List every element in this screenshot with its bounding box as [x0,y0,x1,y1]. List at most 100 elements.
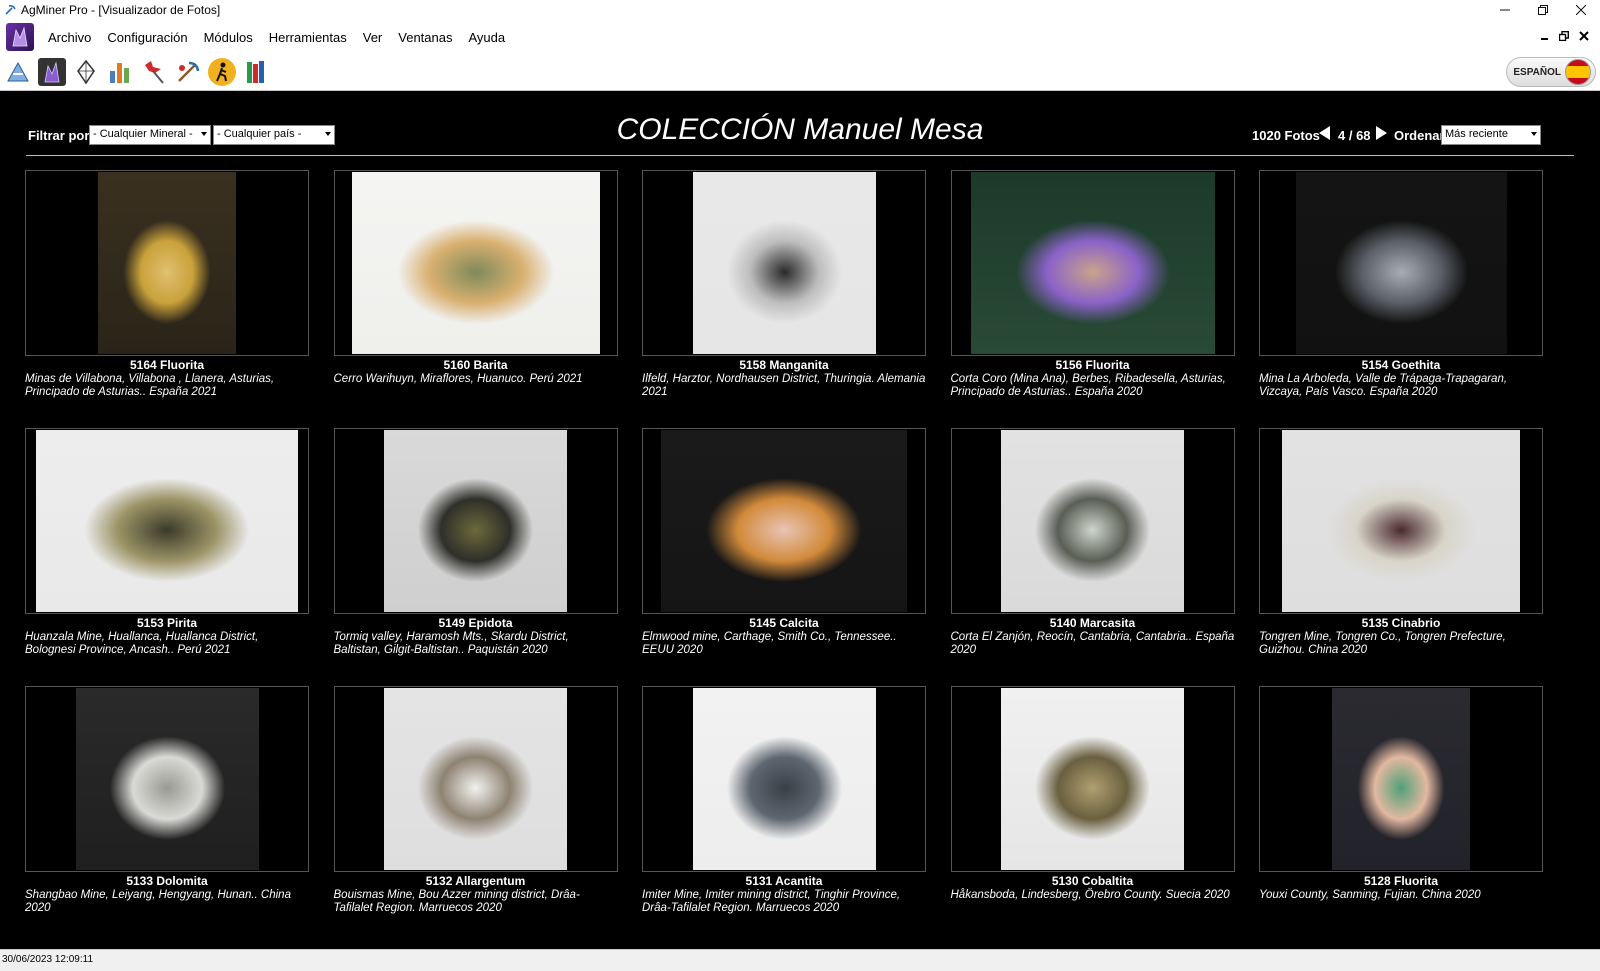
specimen-title: 5132 Allargentum [425,874,526,888]
mineral-photo[interactable] [384,688,567,870]
photo-card[interactable]: 5130 Cobaltita Håkansboda, Lindesberg, Ör… [950,686,1235,936]
specimen-title: 5128 Fluorita [1363,874,1439,888]
specimen-locality: Minas de Villabona, Villabona , Llanera,… [25,373,275,398]
photo-card[interactable]: 5158 Manganita Ilfeld, Harztor, Nordhause… [642,170,926,420]
books-icon[interactable] [242,58,270,86]
photo-frame[interactable] [25,686,309,872]
specimen-title: 5135 Cinabrio [1361,616,1441,630]
menu-configuracion[interactable]: Configuración [99,30,195,45]
menu-ayuda[interactable]: Ayuda [460,30,513,45]
close-button[interactable] [1562,0,1600,20]
mineral-photo[interactable] [98,172,236,354]
photo-card[interactable]: 5164 Fluorita Minas de Villabona, Villabo… [25,170,309,420]
photo-card[interactable]: 5160 Barita Cerro Warihuyn, Miraflores, H… [333,170,618,420]
photo-frame[interactable] [950,170,1235,356]
photo-frame[interactable] [333,686,618,872]
specimen-title: 5160 Barita [443,358,508,372]
mineral-photo[interactable] [1295,172,1507,354]
menu-modulos[interactable]: Módulos [196,30,261,45]
hiker-icon[interactable] [208,58,236,86]
restore-icon [1538,5,1548,15]
app-window: AgMiner Pro - [Visualizador de Fotos] Ar… [0,0,1600,971]
photo-card[interactable]: 5133 Dolomita Shangbao Mine, Leiyang, Hen… [25,686,309,936]
photo-frame[interactable] [950,686,1235,872]
mdi-restore-button[interactable] [1554,30,1574,44]
photo-frame[interactable] [642,686,926,872]
app-pickaxe-icon [4,4,16,16]
photo-card[interactable]: 5131 Acantita Imiter Mine, Imiter mining … [642,686,926,936]
photo-frame[interactable] [1259,686,1543,872]
mineral-photo[interactable] [970,172,1215,354]
mineral-photo[interactable] [692,688,876,870]
photo-card[interactable]: 5145 Calcita Elmwood mine, Carthage, Smit… [642,428,926,678]
mineral-filter-value: - Cualquier Mineral - [93,128,193,140]
photo-card[interactable]: 5140 Marcasita Corta El Zanjón, Reocín, C… [950,428,1235,678]
menu-herramientas[interactable]: Herramientas [261,30,355,45]
app-logo-icon[interactable] [6,23,34,51]
photo-card[interactable]: 5132 Allargentum Bouismas Mine, Bou Azzer… [333,686,618,936]
mineral-photo[interactable] [692,172,876,354]
photo-frame[interactable] [333,170,618,356]
bar-chart-icon[interactable] [106,58,134,86]
photo-frame[interactable] [642,170,926,356]
mdi-minimize-button[interactable] [1534,30,1554,44]
specimen-title: 5131 Acantita [745,874,823,888]
mineral-photo[interactable] [1282,430,1520,612]
specimen-locality: Tongren Mine, Tongren Co., Tongren Prefe… [1259,631,1506,656]
mineral-filter-select[interactable]: - Cualquier Mineral - [89,125,211,145]
mineral-photo[interactable] [384,430,567,612]
mineral-photo[interactable] [1001,688,1184,870]
photo-frame[interactable] [25,428,309,614]
mineral-photo[interactable] [1332,688,1470,870]
photo-frame[interactable] [1259,170,1543,356]
mineral-photo[interactable] [36,430,298,612]
restore-button[interactable] [1524,0,1562,20]
photo-frame[interactable] [642,428,926,614]
specimen-title: 5130 Cobaltita [1051,874,1134,888]
specimen-title: 5158 Manganita [739,358,829,372]
page-indicator: 4 / 68 [1338,128,1371,143]
specimen-title: 5133 Dolomita [126,874,208,888]
photo-card[interactable]: 5156 Fluorita Corta Coro (Mina Ana), Berb… [950,170,1235,420]
menu-ventanas[interactable]: Ventanas [390,30,460,45]
chevron-down-icon [325,132,331,136]
photo-card[interactable]: 5128 Fluorita Youxi County, Sanming, Fuji… [1259,686,1543,936]
photo-frame[interactable] [25,170,309,356]
photo-frame[interactable] [333,428,618,614]
mineral-photo[interactable] [351,172,600,354]
specimen-locality: Elmwood mine, Carthage, Smith Co., Tenne… [642,631,897,656]
photo-frame[interactable] [950,428,1235,614]
mdi-close-button[interactable] [1574,30,1594,44]
photo-card[interactable]: 5135 Cinabrio Tongren Mine, Tongren Co., … [1259,428,1543,678]
gem-outline-icon[interactable] [72,58,100,86]
specimen-title: 5154 Goethita [1361,358,1441,372]
chevron-down-icon [1531,132,1537,136]
menu-archivo[interactable]: Archivo [40,30,99,45]
specimen-locality: Cerro Warihuyn, Miraflores, Huanuco. Per… [333,373,583,385]
country-filter-select[interactable]: - Cualquier país - [213,125,335,145]
next-page-icon[interactable] [1376,126,1387,140]
diamond-ruler-icon[interactable] [4,58,32,86]
minimize-button[interactable] [1486,0,1524,20]
photo-card[interactable]: 5149 Epidota Tormiq valley, Haramosh Mts.… [333,428,618,678]
map-pin-icon[interactable] [140,58,168,86]
crystal-icon[interactable] [38,58,66,86]
viewer-header: Filtrar por: - Cualquier Mineral - - Cua… [26,113,1574,156]
specimen-locality: Corta Coro (Mina Ana), Berbes, Ribadesel… [950,373,1226,398]
sort-select[interactable]: Más reciente [1441,125,1541,145]
restore-icon [1558,31,1569,42]
previous-page-icon[interactable] [1319,126,1330,140]
mineral-photo[interactable] [75,688,259,870]
language-selector[interactable]: ESPAÑOL [1506,57,1596,87]
toolbar: ESPAÑOL [0,54,1600,91]
mineral-photo[interactable] [661,430,907,612]
minimize-icon [1500,9,1510,11]
miner-icon[interactable] [174,58,202,86]
country-filter-value: - Cualquier país - [217,128,302,140]
menu-ver[interactable]: Ver [355,30,391,45]
specimen-locality: Bouismas Mine, Bou Azzer mining district… [333,889,580,914]
photo-card[interactable]: 5154 Goethita Mina La Arboleda, Valle de … [1259,170,1543,420]
photo-frame[interactable] [1259,428,1543,614]
photo-card[interactable]: 5153 Pirita Huanzala Mine, Huallanca, Hua… [25,428,309,678]
mineral-photo[interactable] [1001,430,1184,612]
